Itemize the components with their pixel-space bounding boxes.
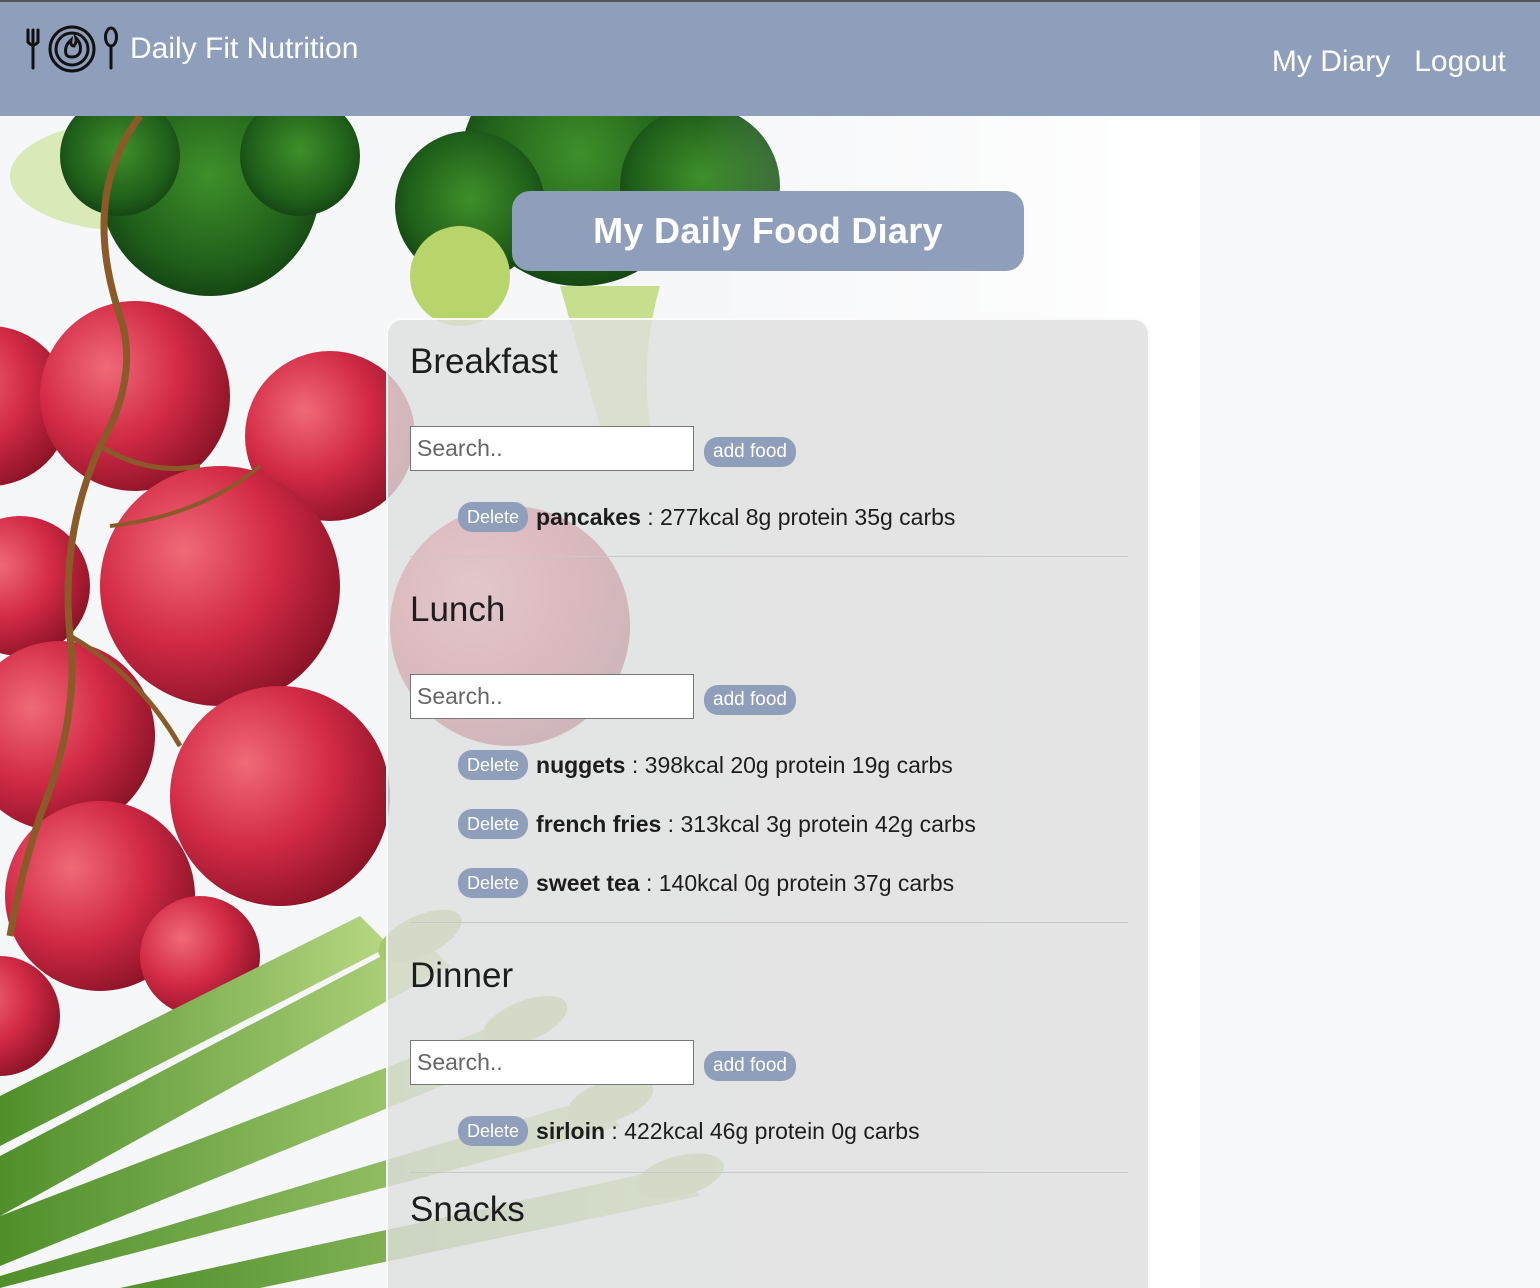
meal-title: Dinner: [410, 956, 514, 995]
food-nutrition: : 398kcal 20g protein 19g carbs: [625, 751, 953, 778]
meal-divider: [410, 1172, 1128, 1173]
food-nutrition: : 422kcal 46g protein 0g carbs: [605, 1117, 920, 1144]
meal-section-dinner: Dinner add food Delete sirloin : 422kcal…: [410, 954, 1128, 1173]
food-search-input[interactable]: [410, 426, 694, 471]
top-navbar: Daily Fit Nutrition My Diary Logout: [0, 0, 1540, 116]
food-diary-card: Breakfast add food Delete pancakes : 277…: [386, 318, 1150, 1288]
page-title: My Daily Food Diary: [593, 210, 943, 251]
fork-plate-spoon-logo-icon: [26, 25, 118, 73]
food-entry-text: pancakes : 277kcal 8g protein 35g carbs: [536, 504, 955, 531]
food-name: sirloin: [536, 1117, 606, 1144]
meal-section-lunch: Lunch add food Delete nuggets : 398kcal …: [410, 588, 1128, 923]
food-nutrition: : 313kcal 3g protein 42g carbs: [661, 810, 976, 837]
nav-logout[interactable]: Logout: [1414, 40, 1506, 84]
food-name: sweet tea: [536, 869, 640, 896]
food-name: french fries: [536, 810, 662, 837]
meal-divider: [410, 556, 1128, 557]
food-entry-text: sirloin : 422kcal 46g protein 0g carbs: [536, 1118, 920, 1145]
food-entry: Delete sweet tea : 140kcal 0g protein 37…: [458, 868, 954, 898]
food-entry: Delete sirloin : 422kcal 46g protein 0g …: [458, 1116, 920, 1146]
meal-title: Lunch: [410, 590, 506, 629]
add-food-button[interactable]: add food: [704, 1050, 796, 1081]
delete-button[interactable]: Delete: [458, 868, 529, 898]
food-entry-text: nuggets : 398kcal 20g protein 19g carbs: [536, 752, 953, 779]
meal-search-row: add food: [410, 1040, 796, 1085]
food-search-input[interactable]: [410, 674, 694, 719]
meal-title: Snacks: [410, 1190, 525, 1229]
food-entry-text: french fries : 313kcal 3g protein 42g ca…: [536, 811, 976, 838]
meal-divider: [410, 922, 1128, 923]
delete-button[interactable]: Delete: [458, 1116, 529, 1146]
brand-link[interactable]: Daily Fit Nutrition: [24, 24, 358, 74]
food-nutrition: : 140kcal 0g protein 37g carbs: [639, 869, 955, 896]
food-entry-text: sweet tea : 140kcal 0g protein 37g carbs: [536, 870, 954, 897]
add-food-button[interactable]: add food: [704, 436, 796, 467]
page-title-banner: My Daily Food Diary: [512, 191, 1024, 271]
meal-search-row: add food: [410, 426, 796, 471]
food-entry: Delete french fries : 313kcal 3g protein…: [458, 809, 976, 839]
food-name: pancakes: [536, 503, 641, 530]
delete-button[interactable]: Delete: [458, 750, 529, 780]
meal-section-snacks: Snacks: [410, 1188, 1128, 1232]
food-search-input[interactable]: [410, 1040, 694, 1085]
meal-search-row: add food: [410, 674, 796, 719]
food-entry: Delete nuggets : 398kcal 20g protein 19g…: [458, 750, 953, 780]
delete-button[interactable]: Delete: [458, 809, 529, 839]
meal-section-breakfast: Breakfast add food Delete pancakes : 277…: [410, 340, 1128, 557]
nav-my-diary[interactable]: My Diary: [1272, 40, 1390, 84]
delete-button[interactable]: Delete: [458, 502, 529, 532]
brand-name: Daily Fit Nutrition: [130, 32, 359, 65]
food-entry: Delete pancakes : 277kcal 8g protein 35g…: [458, 502, 955, 532]
add-food-button[interactable]: add food: [704, 684, 796, 715]
nav-links: My Diary Logout: [1272, 40, 1506, 84]
food-nutrition: : 277kcal 8g protein 35g carbs: [640, 503, 956, 530]
meal-title: Breakfast: [410, 342, 558, 381]
food-name: nuggets: [536, 751, 626, 778]
